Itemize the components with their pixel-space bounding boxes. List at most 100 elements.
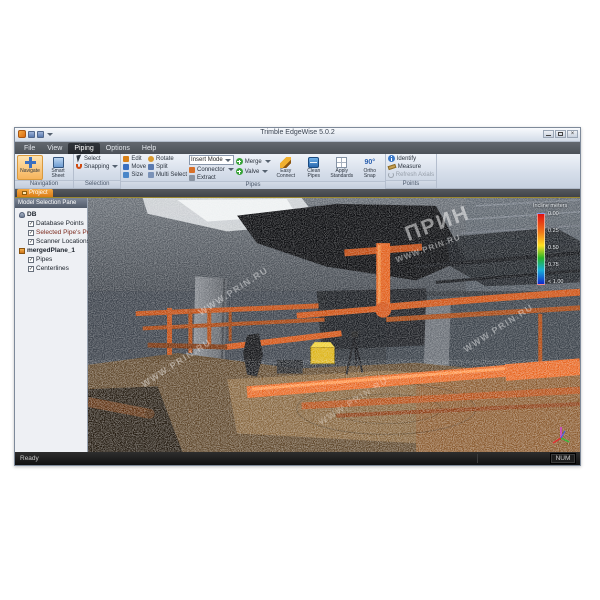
checkbox-pipes[interactable]: ✓ (28, 257, 34, 263)
maximize-button[interactable] (555, 130, 566, 138)
checkbox-database-points[interactable]: ✓ (28, 221, 34, 227)
merge-plus-icon (236, 158, 243, 165)
status-text: Ready (15, 455, 477, 462)
view-tab-strip: Project (15, 189, 580, 198)
panel-header: Model Selection Pane (15, 198, 87, 208)
tree-item-scanner-locations[interactable]: ✓ Scanner Locations (15, 237, 87, 246)
checkbox-centerlines[interactable]: ✓ (28, 266, 34, 272)
point-cloud-scene (88, 198, 580, 452)
connector-button[interactable]: Connector (189, 166, 234, 173)
split-icon (148, 164, 154, 170)
smart-sheet-icon (53, 157, 64, 168)
model-selection-panel: Model Selection Pane DB ✓ Database Point… (15, 198, 88, 452)
valve-caret-icon (262, 170, 268, 173)
measure-button[interactable]: Measure (388, 163, 434, 170)
extract-button[interactable]: Extract (189, 174, 234, 181)
valve-plus-icon (236, 168, 243, 175)
clean-pipes-button[interactable]: Clean Pipes (301, 155, 327, 180)
identify-button[interactable]: Identify (388, 155, 434, 162)
tab-options[interactable]: Options (100, 143, 136, 154)
ribbon-group-navigation: Navigate Smart Sheet Navigation (15, 154, 74, 188)
tree-item-pipes[interactable]: ✓ Pipes (15, 255, 87, 264)
info-icon (388, 155, 395, 162)
multi-select-button[interactable]: Multi Select (148, 171, 187, 178)
size-button[interactable]: Size (123, 171, 146, 178)
tree-item-mergedplane[interactable]: mergedPlane_1 (15, 246, 87, 255)
snapping-button[interactable]: Snapping (76, 163, 118, 170)
rotate-button[interactable]: Rotate (148, 155, 187, 162)
title-bar[interactable]: Trimble EdgeWise 5.0.2 × (15, 128, 580, 142)
valve-button[interactable]: Valve (236, 168, 271, 175)
checkbox-scanner-locations[interactable]: ✓ (28, 239, 34, 245)
navigate-button[interactable]: Navigate (17, 155, 43, 180)
standards-grid-icon (336, 157, 347, 168)
ninety-degree-icon: 90° (364, 157, 375, 168)
model-tree: DB ✓ Database Points ✓ Selected Pipe's P… (15, 208, 87, 273)
insert-mode-dropdown[interactable]: Insert Mode (189, 155, 234, 165)
checkbox-selected-pipes-points[interactable]: ✓ (28, 230, 34, 236)
refresh-axials-button[interactable]: Refresh Axials (388, 171, 434, 178)
minimize-icon (546, 135, 551, 136)
move-button[interactable]: Move (123, 163, 146, 170)
tab-help[interactable]: Help (136, 143, 162, 154)
split-button[interactable]: Split (148, 163, 187, 170)
tab-file[interactable]: File (18, 143, 41, 154)
maximize-icon (558, 132, 563, 136)
pencil-icon (123, 156, 129, 162)
insert-mode-caret-icon (225, 159, 231, 162)
connector-icon (189, 167, 195, 173)
project-tab[interactable]: Project (17, 189, 53, 197)
magnet-icon (76, 164, 82, 169)
ribbon-group-selection: Select Snapping Selection (74, 154, 121, 188)
num-lock-indicator: NUM (550, 453, 576, 464)
rotate-icon (148, 156, 154, 162)
group-label-points: Points (386, 180, 436, 188)
extract-icon (189, 175, 195, 181)
pen-icon (280, 157, 291, 168)
connector-caret-icon (228, 168, 234, 171)
window-title: Trimble EdgeWise 5.0.2 (15, 129, 580, 136)
ortho-snap-button[interactable]: 90° Ortho Snap (357, 155, 383, 180)
ribbon-group-pipes: Edit Move Size (121, 154, 385, 188)
tree-item-selected-pipes-points[interactable]: ✓ Selected Pipe's Points (15, 228, 87, 237)
navigate-icon (25, 157, 36, 168)
close-button[interactable]: × (567, 130, 578, 138)
ruler-icon (387, 163, 396, 169)
ribbon-tab-bar: File View Piping Options Help (15, 142, 580, 154)
apply-standards-button[interactable]: Apply Standards (329, 155, 355, 180)
select-button[interactable]: Select (76, 155, 118, 162)
resize-icon (123, 172, 129, 178)
tree-item-centerlines[interactable]: ✓ Centerlines (15, 264, 87, 273)
desktop: Trimble EdgeWise 5.0.2 × File View Pipin… (0, 0, 600, 600)
folder-icon (22, 191, 27, 195)
move-icon (123, 164, 129, 170)
edit-button[interactable]: Edit (123, 155, 146, 162)
tab-piping[interactable]: Piping (68, 143, 99, 154)
ribbon-group-points: Identify Measure Refresh Axials Points (386, 154, 437, 188)
group-label-pipes: Pipes (121, 181, 384, 189)
tab-view[interactable]: View (41, 143, 68, 154)
database-icon (19, 212, 25, 218)
ribbon: Navigate Smart Sheet Navigation Select (15, 154, 580, 189)
tree-item-database-points[interactable]: ✓ Database Points (15, 219, 87, 228)
plane-icon (19, 248, 25, 254)
snapping-caret-icon (112, 165, 118, 168)
merge-button[interactable]: Merge (236, 158, 271, 165)
viewport-3d[interactable]: WWW.PRIN.RU WWW.PRIN.RU WWW.PRIN.RU WWW.… (88, 198, 580, 452)
window-controls: × (543, 130, 578, 138)
group-label-selection: Selection (74, 180, 120, 188)
multi-select-icon (148, 172, 154, 178)
axes-gizmo-icon (550, 424, 572, 446)
app-window: Trimble EdgeWise 5.0.2 × File View Pipin… (14, 127, 581, 466)
smart-sheet-button[interactable]: Smart Sheet (45, 155, 71, 180)
cursor-icon (76, 155, 82, 163)
status-bar: Ready NUM (15, 452, 580, 465)
easy-connect-button[interactable]: Easy Connect (273, 155, 299, 180)
merge-caret-icon (265, 160, 271, 163)
refresh-icon (388, 172, 394, 178)
group-label-navigation: Navigation (15, 180, 73, 188)
minimize-button[interactable] (543, 130, 554, 138)
tree-item-db[interactable]: DB (15, 210, 87, 219)
status-cell (477, 454, 548, 463)
clean-pipes-icon (308, 157, 319, 168)
